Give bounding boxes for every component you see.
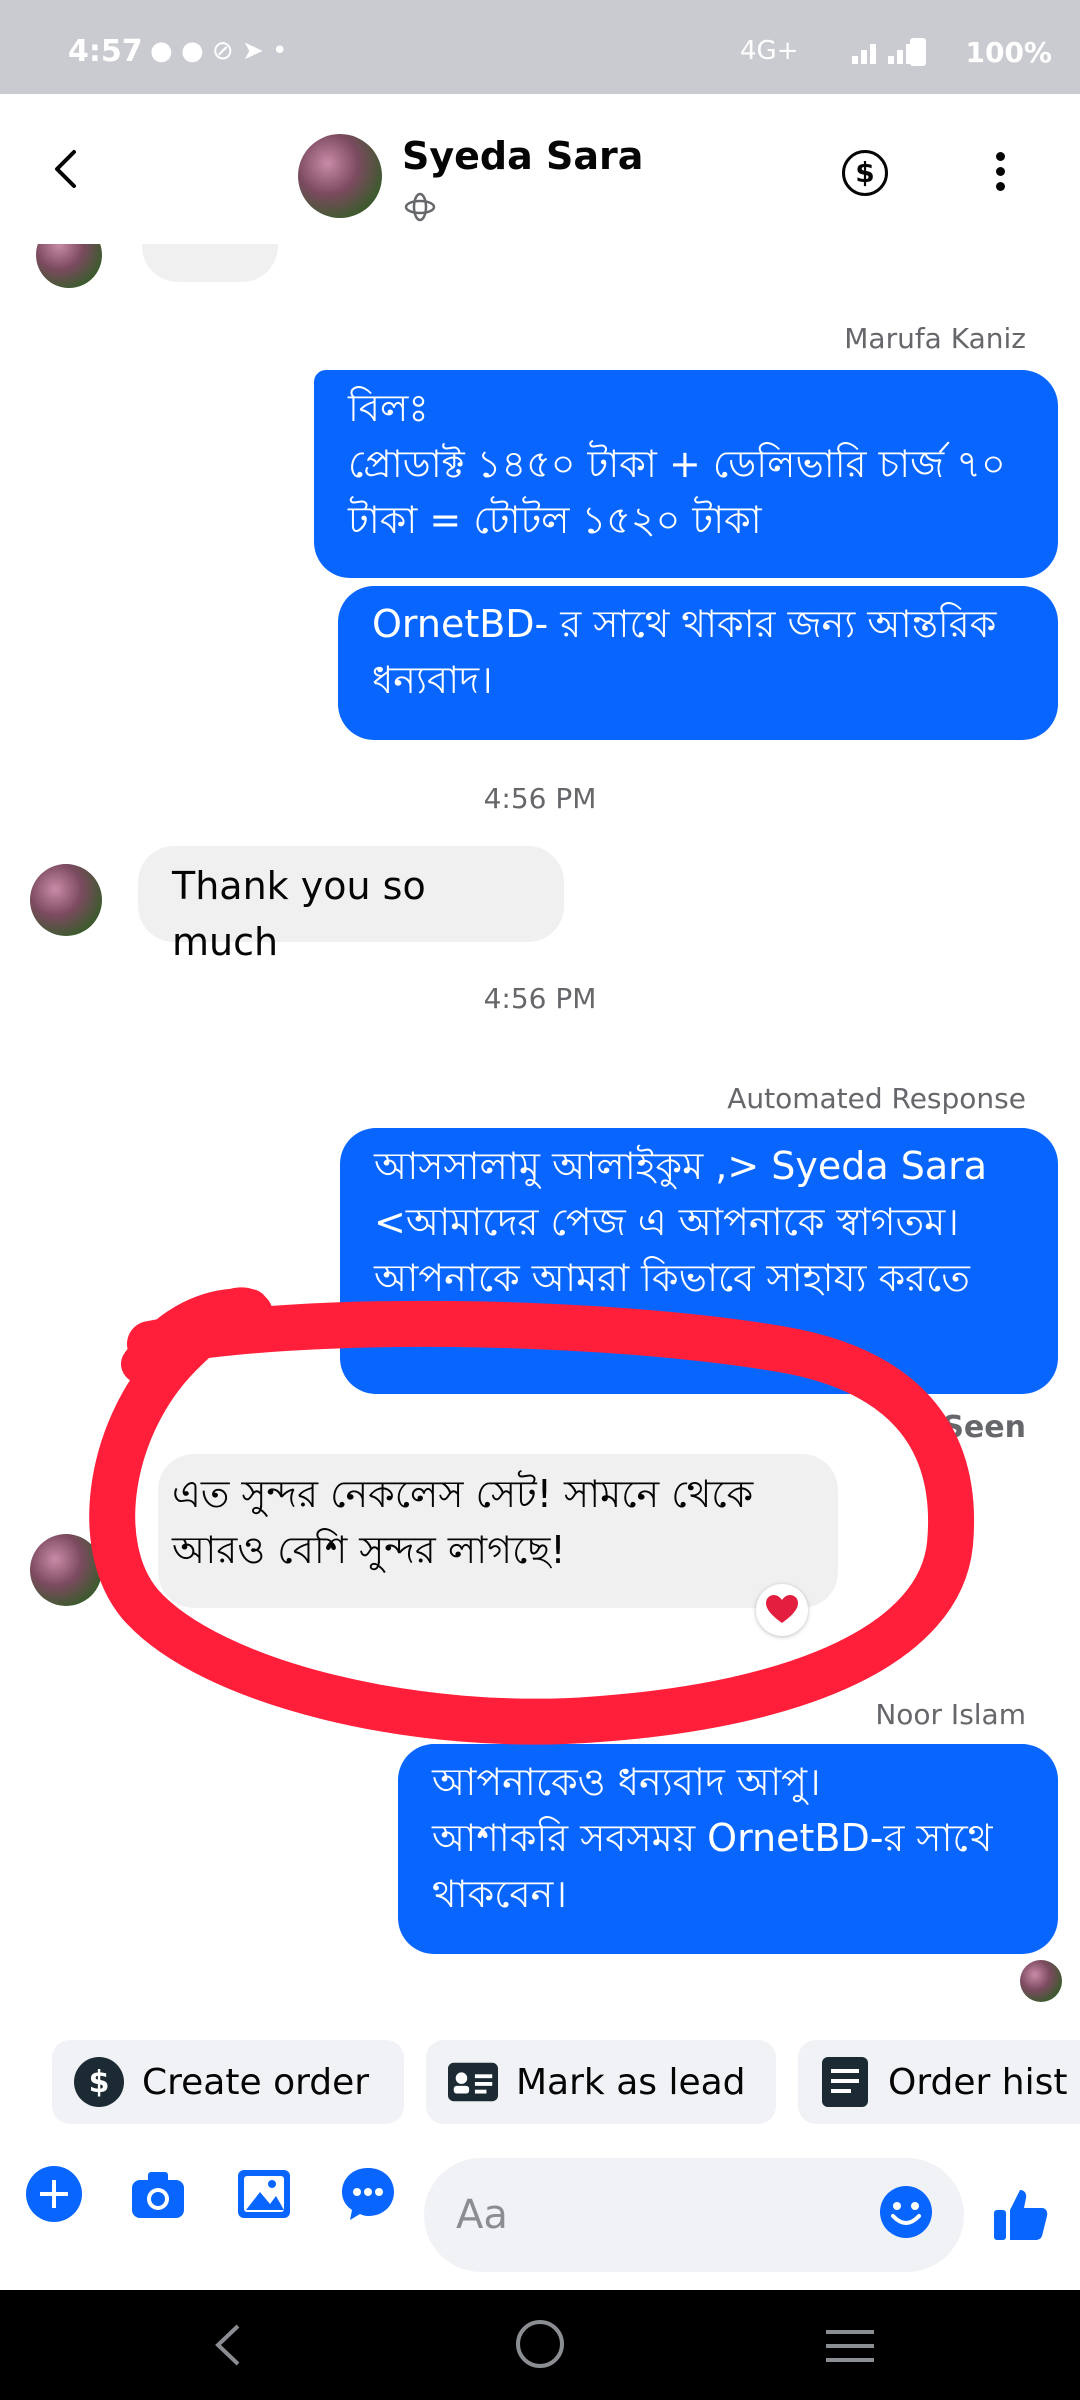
contact-name[interactable]: Syeda Sara — [402, 134, 643, 178]
more-icon[interactable] — [985, 148, 1015, 198]
order-list-icon — [820, 2057, 870, 2107]
nav-back-icon[interactable] — [208, 2322, 248, 2368]
annotation-circle — [89, 1287, 975, 1745]
signal-indicator: 4G+ — [740, 36, 799, 66]
status-bar: 4:57 ● ● ⊘ ➤ • 4G+ 100% — [0, 0, 1080, 94]
add-icon[interactable] — [24, 2164, 84, 2224]
gallery-icon[interactable] — [234, 2164, 294, 2224]
chat-area[interactable]: Marufa Kaniz বিলঃ প্রোডাক্ট ১৪৫০ টাকা + … — [0, 244, 1080, 2014]
order-history-label: Order hist — [888, 2061, 1068, 2103]
battery-percent: 100% — [965, 36, 1052, 69]
contact-subtitle — [402, 192, 438, 229]
mark-as-lead-button[interactable]: Mark as lead — [426, 2040, 776, 2124]
contact-avatar[interactable] — [298, 134, 382, 218]
create-order-label: Create order — [142, 2061, 370, 2103]
back-icon[interactable] — [42, 144, 92, 194]
dollar-circle-icon: $ — [74, 2057, 124, 2107]
like-icon[interactable] — [990, 2184, 1050, 2244]
nav-home-icon[interactable] — [516, 2320, 564, 2368]
status-time: 4:57 — [68, 34, 143, 69]
active-status-icon — [404, 192, 436, 222]
svg-text:$: $ — [89, 2065, 110, 2100]
chat-more-icon[interactable] — [338, 2164, 398, 2224]
nav-recents-icon[interactable] — [826, 2328, 874, 2364]
dollar-icon[interactable]: $ — [842, 150, 888, 196]
chat-header: Syeda Sara $ — [0, 94, 1080, 244]
battery-icon — [910, 38, 926, 66]
notification-icons: ● ● ⊘ ➤ • — [150, 36, 288, 66]
contact-card-icon — [448, 2057, 498, 2107]
create-order-button[interactable]: $ Create order — [52, 2040, 404, 2124]
camera-icon[interactable] — [128, 2164, 188, 2224]
emoji-icon[interactable] — [878, 2184, 934, 2240]
mark-as-lead-label: Mark as lead — [516, 2061, 746, 2103]
system-nav-bar — [0, 2290, 1080, 2400]
order-history-button[interactable]: Order hist — [798, 2040, 1080, 2124]
